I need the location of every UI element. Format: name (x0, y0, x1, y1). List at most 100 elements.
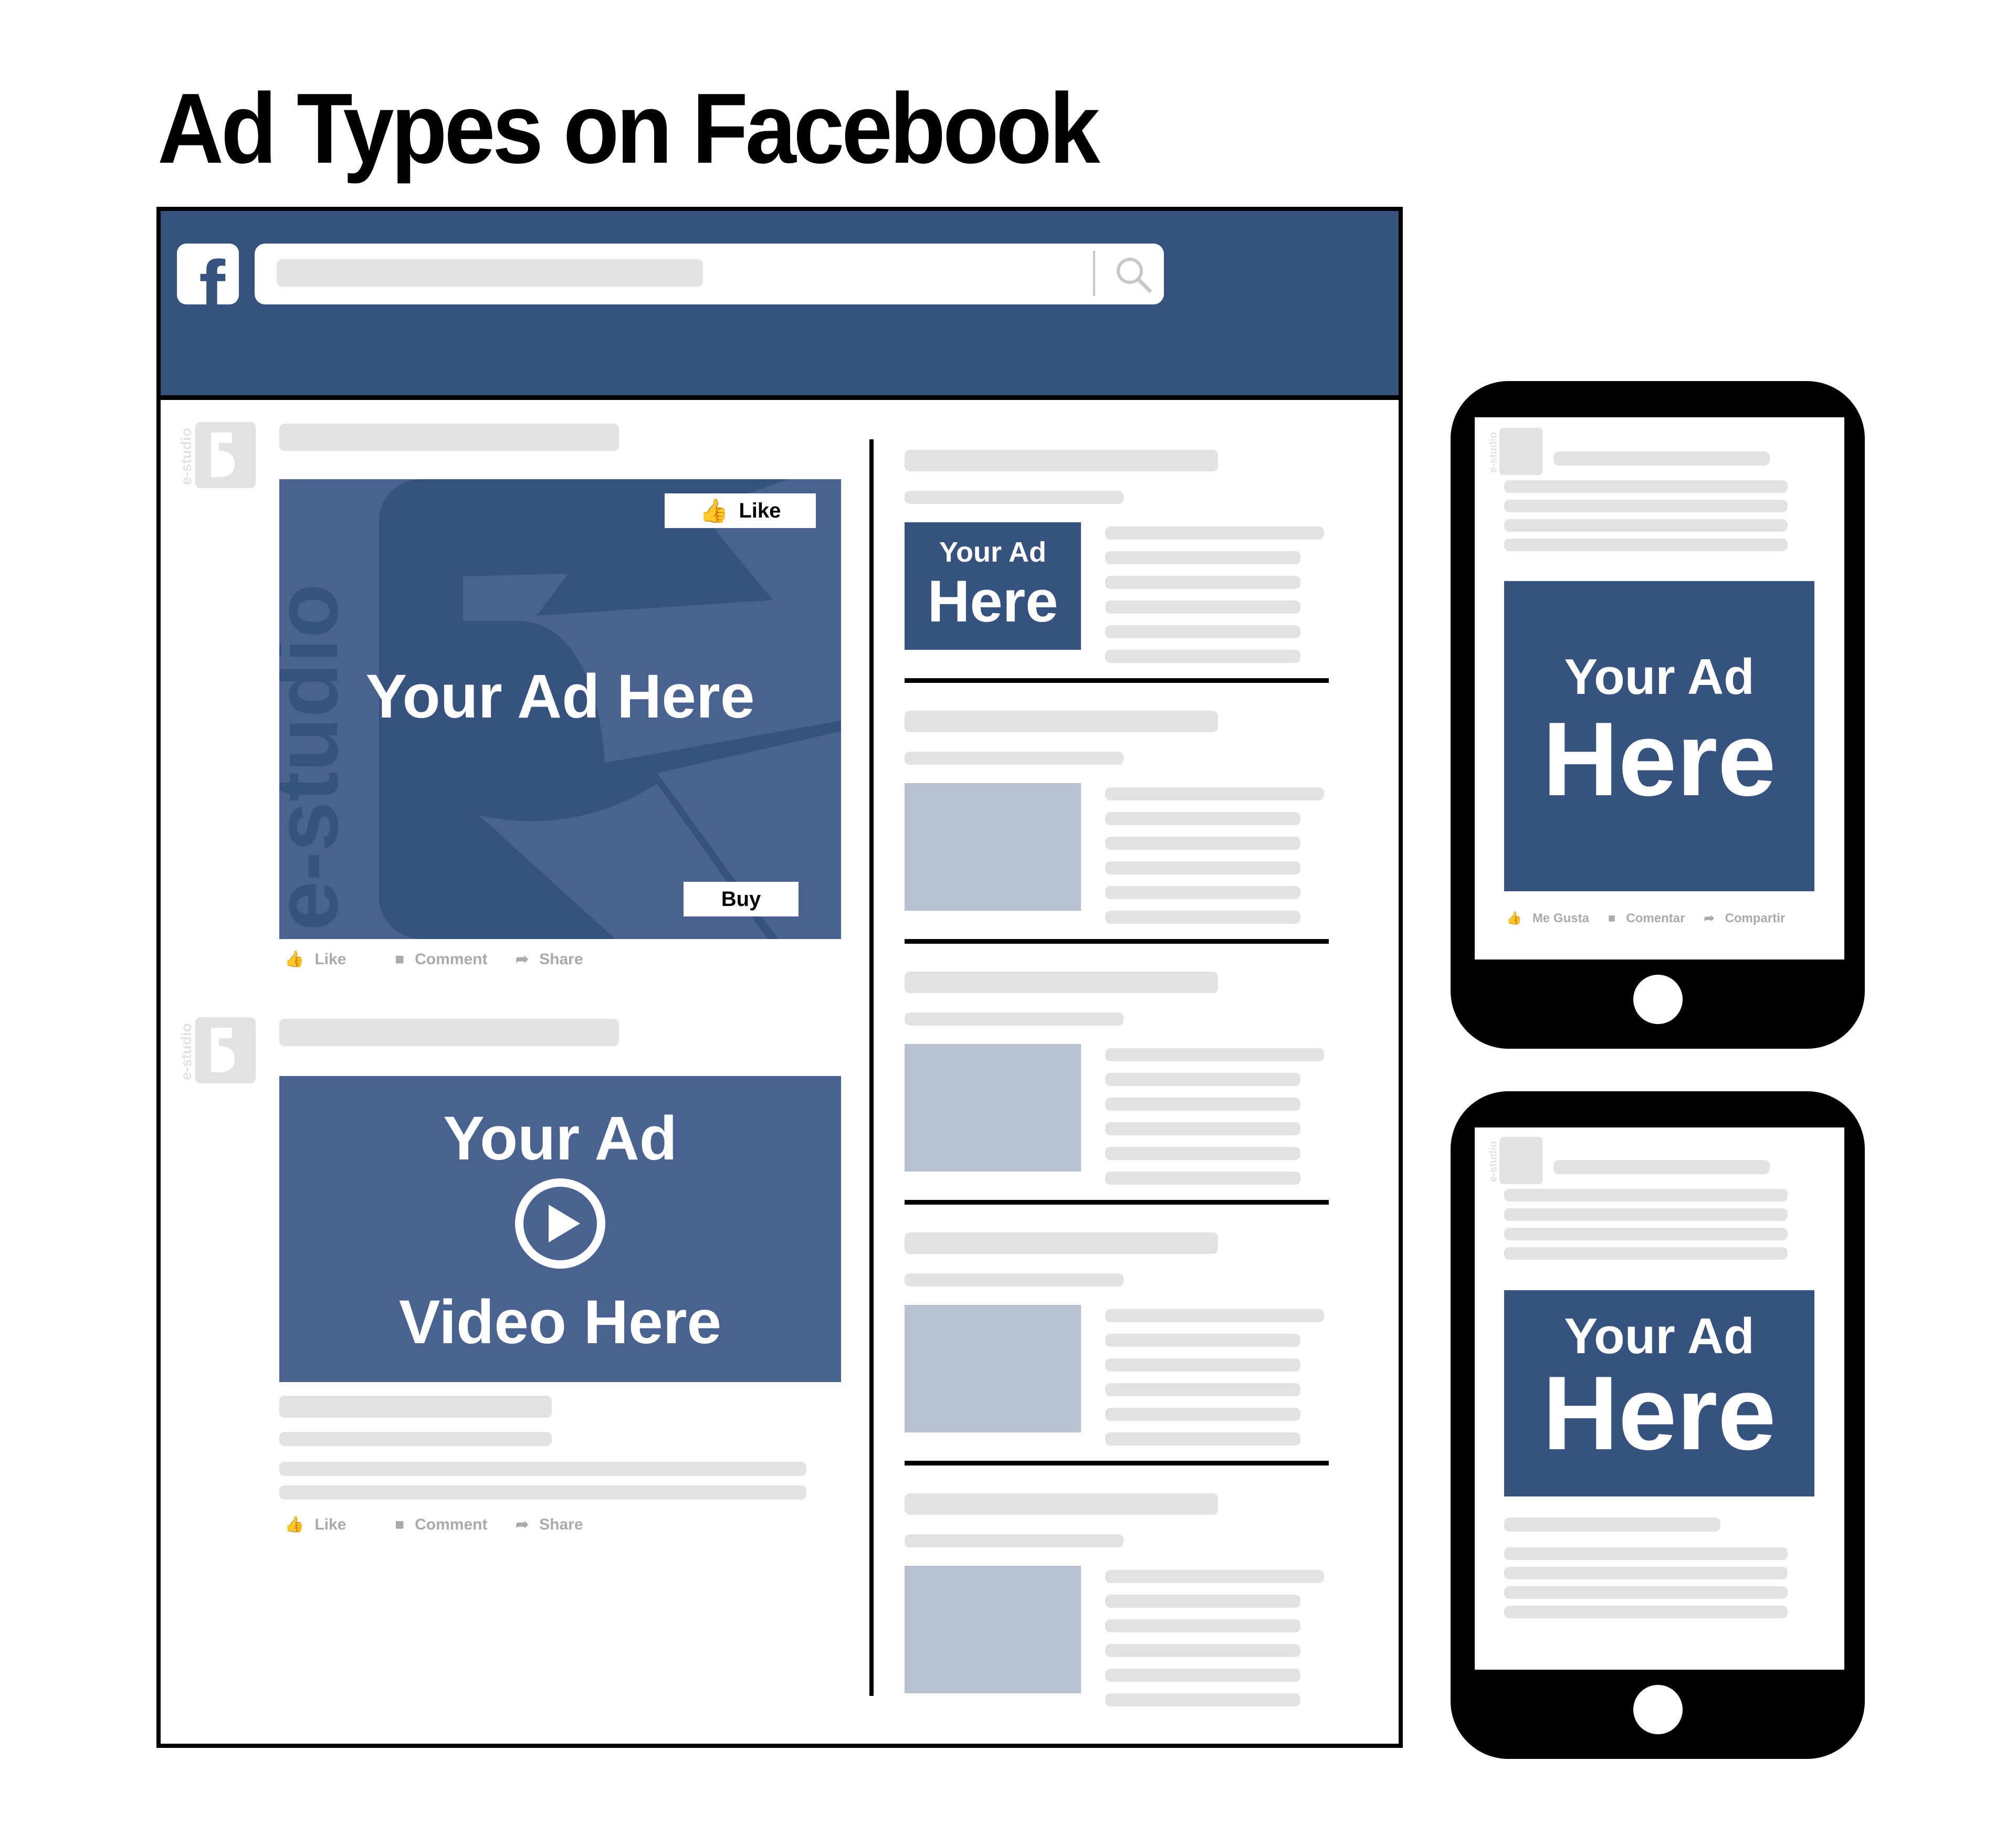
section-separator (905, 939, 1329, 944)
text-placeholder (1105, 1408, 1300, 1421)
mobile-ad-line2: Here (1542, 701, 1776, 818)
mobile-square-ad[interactable]: Your Ad Here (1504, 581, 1814, 891)
comment-bubble-icon: ■ (395, 1515, 405, 1533)
thumbs-up-icon: 👍 (285, 1516, 304, 1533)
facebook-logo-icon[interactable]: f (177, 244, 239, 304)
avatar-logo-icon: e-studio (180, 422, 256, 488)
share-label: Share (539, 950, 583, 968)
text-placeholder (1105, 1098, 1300, 1111)
text-placeholder (905, 491, 1124, 504)
text-placeholder (1105, 1073, 1300, 1086)
text-placeholder (1105, 526, 1324, 540)
thumbnail-placeholder (905, 783, 1081, 911)
text-placeholder (1105, 787, 1324, 800)
video-ad[interactable]: Your Ad Video Here (279, 1076, 841, 1382)
text-placeholder (1105, 625, 1300, 638)
buy-label: Buy (721, 887, 761, 911)
like-action[interactable]: 👍 Like (285, 950, 395, 968)
search-icon[interactable] (1113, 254, 1155, 296)
share-action[interactable]: ➦ Compartir (1704, 911, 1785, 926)
text-placeholder (1105, 1693, 1300, 1706)
like-label: Like (314, 950, 346, 968)
text-placeholder (1504, 519, 1788, 532)
text-placeholder (1105, 911, 1300, 924)
text-placeholder (1105, 650, 1300, 663)
text-placeholder (1105, 1383, 1300, 1396)
svg-text:e-studio: e-studio (1487, 1141, 1499, 1182)
text-placeholder (279, 1485, 806, 1500)
text-placeholder (1105, 812, 1300, 825)
text-placeholder (1105, 1334, 1300, 1347)
mobile-ad-line2: Here (1542, 1355, 1776, 1472)
post-header-placeholder (279, 1019, 619, 1046)
like-action[interactable]: 👍 Me Gusta (1506, 911, 1589, 926)
text-placeholder (279, 1432, 552, 1446)
post-header-placeholder (279, 424, 619, 451)
right-ad-line1: Your Ad (939, 536, 1046, 568)
play-circle-icon[interactable] (514, 1177, 606, 1270)
like-label: Me Gusta (1532, 911, 1589, 925)
text-placeholder (1504, 1189, 1788, 1201)
text-placeholder (1105, 1147, 1300, 1160)
post1-action-bar: 👍 Like ■ Comment ➦ Share (285, 950, 583, 968)
mobile-action-bar: 👍 Me Gusta ■ Comentar ➦ Compartir (1506, 911, 1785, 926)
text-placeholder (905, 1273, 1124, 1287)
text-placeholder (1105, 576, 1300, 589)
text-placeholder (1105, 1309, 1324, 1322)
text-placeholder (1553, 451, 1770, 466)
text-placeholder (1105, 1570, 1324, 1583)
column-divider (869, 439, 874, 1696)
right-column-ad[interactable]: Your Ad Here (905, 522, 1081, 650)
video-ad-line2: Video Here (398, 1288, 722, 1357)
mobile-device-2: e-studio Your Ad Here (1451, 1091, 1865, 1759)
mobile-screen: e-studio Your Ad Here (1475, 1127, 1844, 1670)
share-label: Share (539, 1515, 583, 1533)
text-placeholder (1105, 1669, 1300, 1682)
share-arrow-icon: ➦ (516, 1516, 529, 1533)
text-placeholder (1504, 1547, 1788, 1560)
text-placeholder (1504, 539, 1788, 551)
share-action[interactable]: ➦ Share (516, 1515, 583, 1534)
image-ad[interactable]: e-studio Your Ad Here 👍 Like Buy (279, 479, 841, 939)
comment-label: Comentar (1626, 911, 1685, 925)
like-page-button[interactable]: 👍 Like (665, 493, 816, 528)
text-placeholder (1105, 551, 1300, 564)
comment-action[interactable]: ■ Comment (395, 951, 516, 968)
text-placeholder (1553, 1160, 1770, 1174)
page-title: Ad Types on Facebook (158, 73, 1100, 184)
like-page-label: Like (739, 499, 781, 522)
search-input[interactable] (255, 244, 1164, 304)
home-button[interactable] (1633, 975, 1683, 1024)
text-placeholder (1105, 1122, 1300, 1135)
desktop-browser-mockup: f e-studio e-studio Your Ad Here 👍 Like … (156, 207, 1403, 1748)
text-placeholder (1105, 837, 1300, 850)
svg-text:e-studio: e-studio (180, 1023, 194, 1080)
home-button[interactable] (1633, 1685, 1683, 1734)
text-placeholder (1105, 886, 1300, 899)
text-placeholder (905, 450, 1218, 471)
buy-button[interactable]: Buy (684, 882, 799, 916)
avatar-logo-icon: e-studio (1487, 1137, 1543, 1184)
comment-label: Comment (415, 1515, 488, 1533)
share-label: Compartir (1725, 911, 1786, 925)
section-separator (905, 1461, 1329, 1465)
thumbs-up-icon: 👍 (285, 951, 304, 968)
thumbs-up-icon: 👍 (699, 498, 729, 524)
post2-action-bar: 👍 Like ■ Comment ➦ Share (285, 1515, 583, 1534)
text-placeholder (1105, 1595, 1300, 1608)
share-action[interactable]: ➦ Share (516, 950, 583, 968)
text-placeholder (905, 711, 1218, 732)
comment-label: Comment (415, 950, 488, 968)
like-action[interactable]: 👍 Like (285, 1515, 395, 1534)
mobile-device-1: e-studio Your Ad Here 👍 Me Gusta ■ Comenta… (1451, 381, 1865, 1049)
text-placeholder (1504, 500, 1788, 512)
text-placeholder (1105, 1358, 1300, 1372)
mobile-ad-line1: Your Ad (1564, 649, 1755, 705)
comment-action[interactable]: ■ Comment (395, 1516, 516, 1534)
text-placeholder (1504, 1567, 1788, 1579)
mobile-screen: e-studio Your Ad Here 👍 Me Gusta ■ Comenta… (1475, 417, 1844, 960)
comment-action[interactable]: ■ Comentar (1608, 911, 1685, 926)
text-placeholder (1105, 1172, 1300, 1185)
text-placeholder (1504, 1208, 1788, 1221)
mobile-banner-ad[interactable]: Your Ad Here (1504, 1290, 1814, 1496)
